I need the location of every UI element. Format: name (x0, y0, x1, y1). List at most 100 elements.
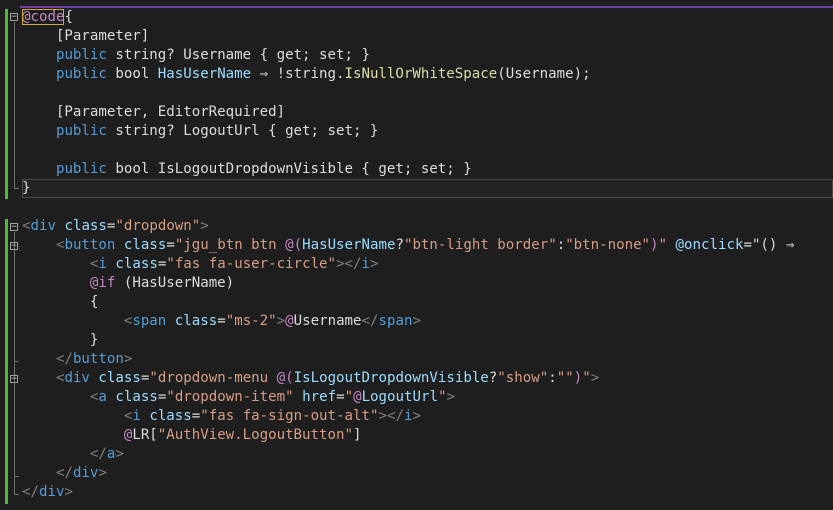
fold-guide-line (14, 251, 15, 361)
code-token: "fas fa-sign-out-alt" (200, 408, 379, 424)
code-token: bool (106, 66, 158, 82)
code-token: </ (22, 484, 39, 500)
code-token: </ (89, 446, 107, 462)
code-token: > (64, 484, 73, 500)
code-line[interactable]: { (22, 293, 833, 312)
collapse-icon[interactable]: − (10, 375, 18, 384)
code-line[interactable]: } (22, 331, 833, 350)
code-line[interactable]: <a class="dropdown-item" href="@LogoutUr… (22, 388, 833, 407)
code-token: { get; set; } (251, 47, 370, 63)
code-token: (HasUserName) (115, 275, 235, 291)
code-token: div (72, 465, 99, 481)
code-line[interactable]: <i class="fas fa-sign-out-alt"></i> (22, 407, 833, 426)
code-line[interactable]: </a> (22, 445, 833, 464)
code-token: "() ⇒ (751, 237, 795, 253)
code-token: = (166, 237, 175, 253)
code-line[interactable]: } (22, 179, 833, 198)
code-token: } (22, 180, 31, 196)
code-token: class (115, 389, 158, 405)
code-line[interactable]: [Parameter, EditorRequired] (22, 103, 833, 122)
code-token: > (370, 256, 379, 272)
collapse-icon[interactable]: − (10, 13, 18, 22)
code-token: ] (352, 427, 362, 443)
code-token: "dropdown" (115, 218, 201, 234)
code-token: > (276, 313, 286, 329)
code-token: ) (573, 370, 583, 386)
code-token: span (132, 313, 167, 329)
code-token: = (743, 237, 752, 253)
code-token: button (72, 351, 124, 367)
code-token: " (658, 237, 668, 253)
code-token: i (361, 256, 371, 272)
code-token: div (38, 484, 65, 500)
code-token: { (22, 294, 99, 310)
code-token: > (590, 370, 600, 386)
code-line[interactable]: <i class="fas fa-user-circle"></i> (22, 255, 833, 274)
code-token: HasUserName (157, 66, 252, 82)
code-token: > (98, 465, 107, 481)
code-line[interactable] (22, 141, 833, 160)
code-token: > (412, 313, 421, 329)
code-token: class (115, 256, 158, 272)
code-token: "dropdown-menu (149, 370, 277, 386)
code-line[interactable]: [Parameter] (22, 27, 833, 46)
code-token: "jgu_btn btn (174, 237, 286, 253)
code-editor[interactable]: − − − − @code{ [Parameter] public string… (0, 0, 833, 510)
code-line[interactable]: public bool HasUserName ⇒ !string.IsNull… (22, 65, 833, 84)
code-token: @code (22, 9, 65, 25)
fold-guide-line (14, 22, 15, 188)
code-line[interactable]: </div> (22, 464, 833, 483)
code-line[interactable]: @LR["AuthView.LogoutButton"] (22, 426, 833, 445)
collapse-icon[interactable]: − (10, 242, 18, 251)
code-line[interactable]: <span class="ms-2">@Username</span> (22, 312, 833, 331)
code-line[interactable]: <button class="jgu_btn btn @(HasUserName… (22, 236, 833, 255)
code-line[interactable]: public string? Username { get; set; } (22, 46, 833, 65)
code-token: "btn-none" (565, 237, 651, 253)
code-token: ></ (336, 256, 362, 272)
code-line[interactable] (22, 84, 833, 103)
code-token: > (412, 408, 421, 424)
change-indicator-bar (5, 219, 8, 504)
code-token: : (548, 370, 557, 386)
code-token: class (64, 218, 107, 234)
code-token: ⇒ !string. (251, 66, 345, 82)
code-token: </ (361, 313, 379, 329)
code-token: public (55, 47, 107, 63)
code-token: i (132, 408, 141, 424)
code-token: < (22, 218, 31, 234)
code-token: > (200, 218, 209, 234)
fold-guide-end (14, 361, 19, 362)
code-line[interactable] (22, 198, 833, 217)
code-token: { (64, 9, 73, 25)
code-token: [Parameter] (22, 28, 150, 44)
code-token: > (123, 351, 133, 367)
code-line[interactable]: public bool IsLogoutDropdownVisible { ge… (22, 160, 833, 179)
code-line[interactable]: </button> (22, 350, 833, 369)
code-token: "show" (497, 370, 549, 386)
code-token: string? (106, 47, 184, 63)
code-line[interactable]: @if (HasUserName) (22, 274, 833, 293)
code-text-area[interactable]: @code{ [Parameter] public string? Userna… (22, 8, 833, 502)
code-token: } (22, 332, 99, 348)
code-line[interactable]: public string? LogoutUrl { get; set; } (22, 122, 833, 141)
code-token: button (64, 237, 116, 253)
code-token: = (191, 408, 201, 424)
code-token: public (55, 161, 107, 177)
code-token: "dropdown-item" (166, 389, 294, 405)
collapse-icon[interactable]: − (10, 223, 18, 232)
code-line[interactable]: @code{ (22, 8, 833, 27)
code-line[interactable]: <div class="dropdown"> (22, 217, 833, 236)
code-line[interactable]: </div> (22, 483, 833, 502)
code-token: IsNullOrWhiteSpace (344, 66, 498, 82)
code-line[interactable]: <div class="dropdown-menu @(IsLogoutDrop… (22, 369, 833, 388)
